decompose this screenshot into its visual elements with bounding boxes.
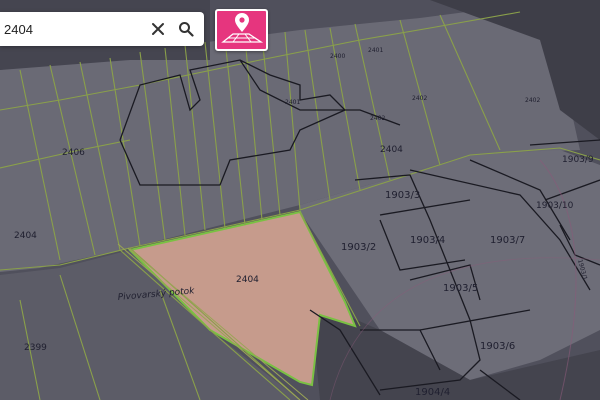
- parcel-label: 2406: [62, 148, 85, 158]
- parcel-label: 1903/6: [480, 341, 515, 352]
- parcel-label: 1903/2: [341, 242, 376, 253]
- parcel-label: 1903/10: [536, 201, 574, 211]
- clear-button[interactable]: [144, 14, 172, 44]
- parcel-label: 2404: [236, 275, 259, 285]
- parcel-label: 1903/4: [410, 235, 445, 246]
- parcel-label: 1903/5: [443, 283, 478, 294]
- map-layer-button[interactable]: [215, 9, 268, 51]
- parcel-label: 1903/3: [385, 190, 420, 201]
- search-input[interactable]: [0, 14, 144, 44]
- search-box: [0, 12, 204, 46]
- parcel-label: 2402: [525, 97, 540, 104]
- parcel-label: 2402: [370, 115, 385, 122]
- cadastral-map[interactable]: 2404 2404 2406 2404 1903/2 1903/3 1903/4…: [0, 0, 600, 400]
- parcel-label: 2401: [368, 47, 383, 54]
- parcel-label: 2404: [380, 145, 403, 155]
- map-layer-pin-icon: [220, 13, 263, 43]
- parcel-label: 1904/4: [415, 387, 450, 398]
- parcel-label: 2399: [24, 343, 47, 353]
- parcel-label: 1903/7: [490, 235, 525, 246]
- parcel-label: 2401: [285, 99, 300, 106]
- search-button[interactable]: [172, 14, 200, 44]
- parcel-label: 2400: [330, 53, 345, 60]
- close-icon: [152, 23, 164, 35]
- search-icon: [179, 22, 194, 37]
- parcel-label: 2404: [14, 231, 37, 241]
- parcel-label: 2402: [412, 95, 427, 102]
- parcel-label: 1903/9: [562, 155, 594, 165]
